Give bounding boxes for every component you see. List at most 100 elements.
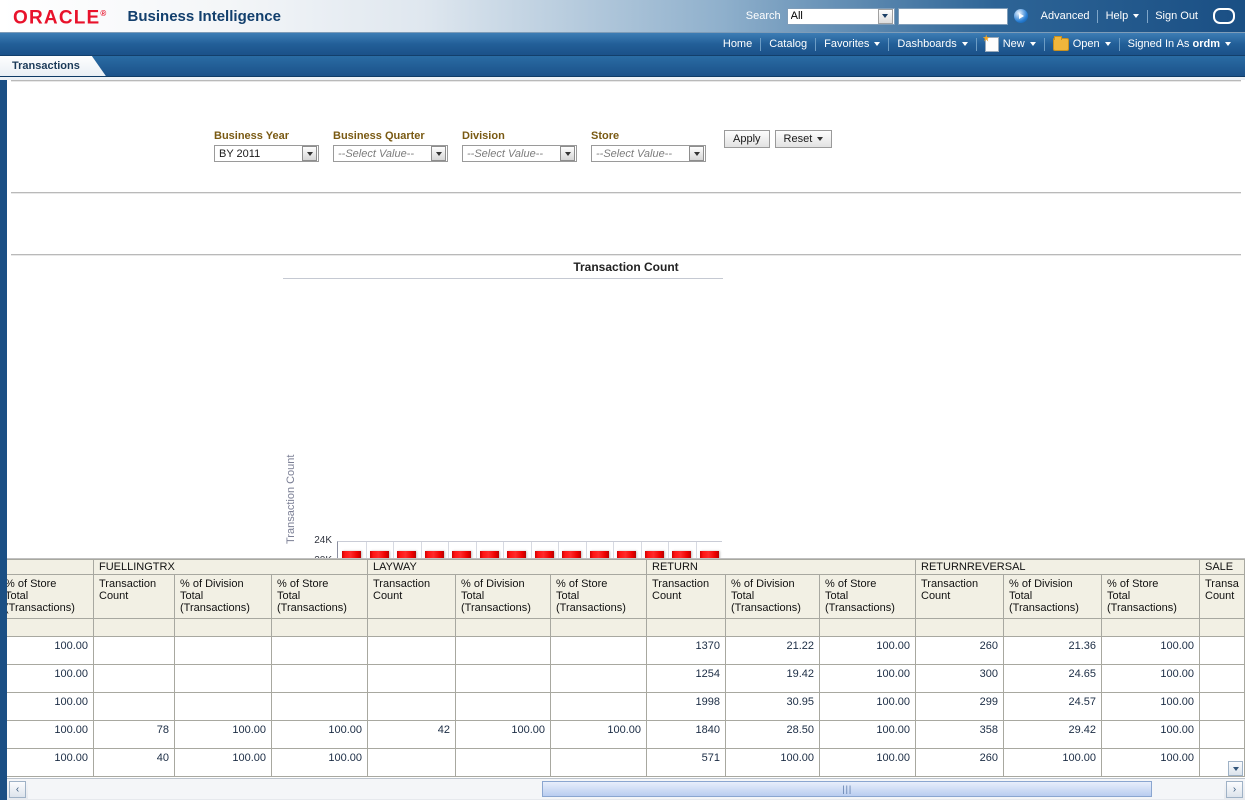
pivot-cell [368,619,456,637]
search-scope-select[interactable]: All [787,8,895,25]
pivot-group-header[interactable]: FUELLINGTRX [94,560,368,575]
oracle-logo: ORACLE® [13,4,108,27]
division-select[interactable]: --Select Value-- [462,145,577,162]
menu-item-dashboards[interactable]: Dashboards [889,38,975,50]
pivot-cell: 100.00 [1102,693,1200,721]
pivot-table-viewport: FUELLINGTRXLAYWAYRETURNRETURNREVERSALSAL… [7,559,1245,778]
pivot-column-header[interactable]: % of Store Total (Transactions) [272,575,368,619]
chevron-down-icon[interactable] [431,146,446,161]
pivot-cell [272,693,368,721]
search-input[interactable] [898,8,1008,25]
advanced-link[interactable]: Advanced [1034,10,1097,22]
chat-bubble-icon[interactable] [1213,8,1235,24]
pivot-column-header[interactable]: % of Store Total (Transactions) [1102,575,1200,619]
pivot-column-header[interactable]: % of Store Total (Transactions) [820,575,916,619]
pivot-group-header[interactable]: SALE [1200,560,1245,575]
chevron-down-icon[interactable] [560,146,575,161]
chevron-down-icon [1225,42,1231,46]
menu-item-label: Home [723,38,752,50]
horizontal-scroll-track[interactable]: ||| [28,780,1224,799]
menu-item-favorites[interactable]: Favorites [816,38,888,50]
pivot-group-header[interactable]: RETURNREVERSAL [916,560,1200,575]
horizontal-scrollbar[interactable]: ‹ ||| › [7,778,1245,800]
pivot-cell [726,619,820,637]
menu-item-catalog[interactable]: Catalog [761,38,815,50]
pivot-cell: 260 [916,749,1004,777]
pivot-column-header[interactable]: Transaction Count [916,575,1004,619]
menu-item-home[interactable]: Home [715,38,760,50]
pivot-column-header[interactable]: % of Store Total (Transactions) [551,575,647,619]
scroll-right-button[interactable]: › [1226,781,1243,798]
pivot-column-header[interactable]: % of Division Total (Transactions) [456,575,551,619]
pivot-cell: 1370 [647,637,726,665]
pivot-column-header[interactable]: % of Division Total (Transactions) [1004,575,1102,619]
oracle-logo-trademark: ® [100,9,107,18]
business-quarter-value: --Select Value-- [334,148,431,160]
pivot-cell: 571 [647,749,726,777]
pivot-column-header[interactable]: % of Division Total (Transactions) [726,575,820,619]
business-quarter-select[interactable]: --Select Value-- [333,145,448,162]
chart-title-text: Transaction Count [573,260,678,274]
pivot-column-header[interactable]: Transaction Count [647,575,726,619]
pivot-cell: 1254 [647,665,726,693]
pivot-column-header[interactable]: Transaction Count [368,575,456,619]
pivot-spacer-row [7,619,1244,637]
pivot-cell: 100.00 [1102,637,1200,665]
pivot-cell: 100.00 [175,721,272,749]
pivot-cell: 100.00 [820,721,916,749]
pivot-cell [272,665,368,693]
pivot-cell [175,665,272,693]
pivot-cell [175,637,272,665]
menu-item-label: New [1003,38,1025,50]
reset-button[interactable]: Reset [775,130,833,148]
store-select[interactable]: --Select Value-- [591,145,706,162]
pivot-cell: 21.22 [726,637,820,665]
pivot-cell [1102,619,1200,637]
chevron-down-icon [962,42,968,46]
sign-out-link[interactable]: Sign Out [1148,10,1205,22]
prompt-business-year: Business Year BY 2011 [214,130,319,162]
pivot-cell: 100.00 [820,637,916,665]
business-year-select[interactable]: BY 2011 [214,145,319,162]
empty-section [7,194,1245,254]
search-go-icon[interactable] [1014,9,1028,23]
apply-button[interactable]: Apply [724,130,770,148]
pivot-column-header[interactable]: Transa Count [1200,575,1245,619]
pivot-cell [368,637,456,665]
horizontal-scroll-thumb[interactable]: ||| [542,781,1152,797]
pivot-table-body: 100.00137021.22100.0026021.36100.00100.0… [7,619,1244,777]
pivot-group-header[interactable]: RETURN [647,560,916,575]
table-row: 100.0078100.00100.0042100.00100.00184028… [7,721,1244,749]
chevron-down-icon [1105,42,1111,46]
pivot-cell: 24.65 [1004,665,1102,693]
pivot-cell [368,693,456,721]
vertical-scroll-down-button[interactable] [1228,761,1243,776]
signed-in-as[interactable]: Signed In As ordm [1120,38,1239,50]
pivot-cell: 100.00 [175,749,272,777]
menu-item-new[interactable]: New [977,37,1044,52]
pivot-group-header[interactable] [7,560,94,575]
pivot-column-header[interactable]: Transaction Count [94,575,175,619]
global-menu-bar: Home Catalog Favorites Dashboards New Op… [0,33,1245,56]
chevron-down-icon[interactable] [878,9,893,24]
pivot-cell: 100.00 [820,693,916,721]
pivot-cell: 42 [368,721,456,749]
pivot-cell: 78 [94,721,175,749]
pivot-cell [551,665,647,693]
help-menu[interactable]: Help [1098,10,1148,22]
chevron-down-icon[interactable] [302,146,317,161]
pivot-column-header[interactable]: % of Division Total (Transactions) [175,575,272,619]
pivot-column-header[interactable]: % of Store Total (Transactions) [7,575,94,619]
chevron-down-icon[interactable] [689,146,704,161]
prompt-row: Business Year BY 2011 Business Quarter -… [214,130,832,162]
division-value: --Select Value-- [463,148,560,160]
pivot-group-header[interactable]: LAYWAY [368,560,647,575]
pivot-cell: 100.00 [7,721,94,749]
pivot-cell: 100.00 [456,721,551,749]
pivot-cell [175,619,272,637]
pivot-cell: 100.00 [272,721,368,749]
scroll-left-button[interactable]: ‹ [9,781,26,798]
menu-item-open[interactable]: Open [1045,38,1119,51]
pivot-cell [368,749,456,777]
dashboard-tab-transactions[interactable]: Transactions [0,56,106,76]
